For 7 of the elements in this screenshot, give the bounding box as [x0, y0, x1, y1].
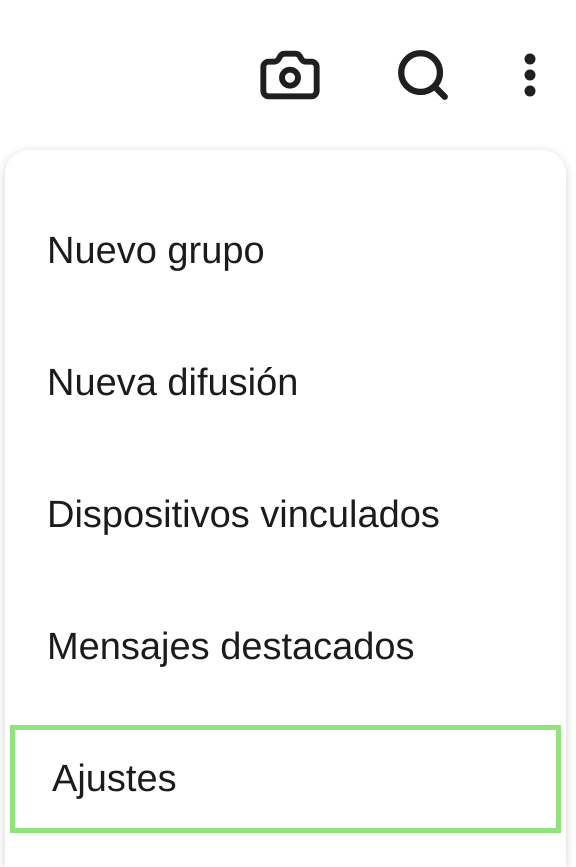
menu-item[interactable]: Nueva difusión: [5, 317, 566, 449]
more-options-icon: [524, 53, 536, 97]
more-options-button[interactable]: [524, 53, 536, 97]
menu-item[interactable]: Mensajes destacados: [5, 581, 566, 713]
menu-item[interactable]: Nuevo grupo: [5, 185, 566, 317]
menu-item[interactable]: Dispositivos vinculados: [5, 449, 566, 581]
menu-item[interactable]: Ajustes: [10, 725, 561, 833]
